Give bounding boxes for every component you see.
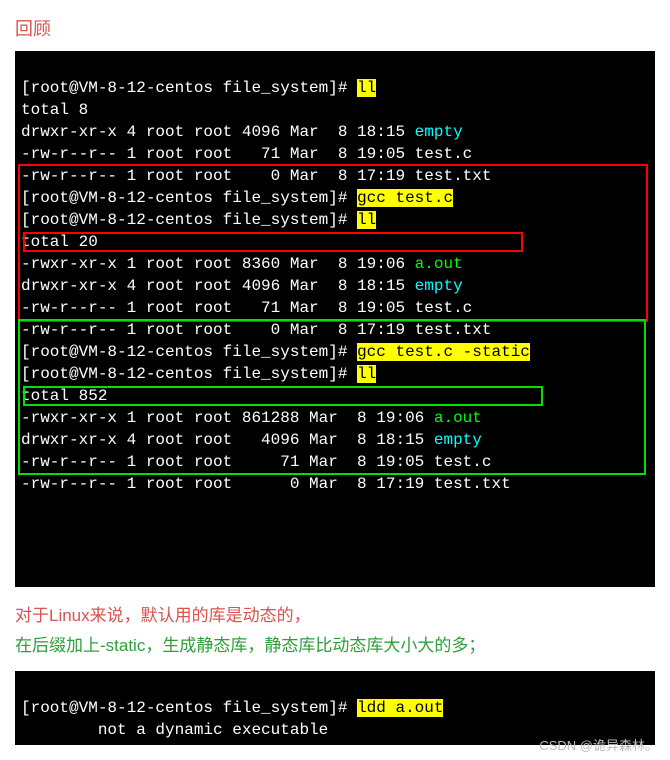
output-line: drwxr-xr-x 4 root root 4096 Mar 8 18:15 <box>21 123 415 141</box>
section-title: 回顾 <box>15 15 655 41</box>
output-line: -rwxr-xr-x 1 root root 8360 Mar 8 19:06 <box>21 255 415 273</box>
prompt: [root@VM-8-12-centos file_system]# <box>21 699 357 717</box>
prompt: [root@VM-8-12-centos file_system]# <box>21 343 357 361</box>
terminal-block-1: [root@VM-8-12-centos file_system]# ll to… <box>15 51 655 587</box>
terminal-block-2: [root@VM-8-12-centos file_system]# ldd a… <box>15 671 655 745</box>
output-line: -rw-r--r-- 1 root root 71 Mar 8 19:05 te… <box>21 145 472 163</box>
output-line: -rw-r--r-- 1 root root 0 Mar 8 17:19 tes… <box>21 475 511 493</box>
dir-empty: empty <box>415 123 463 141</box>
prompt: [root@VM-8-12-centos file_system]# <box>21 211 357 229</box>
dir-empty: empty <box>434 431 482 449</box>
cmd-ll: ll <box>357 365 376 383</box>
exe-aout: a.out <box>415 255 463 273</box>
watermark: CSDN @诡异森林。 <box>539 735 658 754</box>
output-line: drwxr-xr-x 4 root root 4096 Mar 8 18:15 <box>21 431 434 449</box>
notes-block: 对于Linux来说，默认用的库是动态的， 在后缀加上-static，生成静态库，… <box>15 601 655 661</box>
output-line: -rw-r--r-- 1 root root 0 Mar 8 17:19 tes… <box>21 321 491 339</box>
highlight-box-red-inner <box>23 232 523 252</box>
cmd-ll: ll <box>357 211 376 229</box>
output-line: not a dynamic executable <box>21 721 328 739</box>
output-line: -rw-r--r-- 1 root root 0 Mar 8 17:19 tes… <box>21 167 491 185</box>
output-line: -rw-r--r-- 1 root root 71 Mar 8 19:05 te… <box>21 299 472 317</box>
dir-empty: empty <box>415 277 463 295</box>
cmd-ll: ll <box>357 79 376 97</box>
output-line: total 8 <box>21 101 88 119</box>
exe-aout: a.out <box>434 409 482 427</box>
cmd-ldd: ldd a.out <box>357 699 443 717</box>
cmd-gcc: gcc test.c <box>357 189 453 207</box>
note-dynamic: 对于Linux来说，默认用的库是动态的， <box>15 601 655 631</box>
output-line: -rw-r--r-- 1 root root 71 Mar 8 19:05 te… <box>21 453 491 471</box>
prompt: [root@VM-8-12-centos file_system]# <box>21 365 357 383</box>
output-line: drwxr-xr-x 4 root root 4096 Mar 8 18:15 <box>21 277 415 295</box>
cmd-gcc-static: gcc test.c -static <box>357 343 530 361</box>
prompt: [root@VM-8-12-centos file_system]# <box>21 189 357 207</box>
prompt: [root@VM-8-12-centos file_system]# <box>21 79 357 97</box>
output-line: total 852 <box>21 387 107 405</box>
output-line: -rwxr-xr-x 1 root root 861288 Mar 8 19:0… <box>21 409 434 427</box>
output-line: total 20 <box>21 233 98 251</box>
